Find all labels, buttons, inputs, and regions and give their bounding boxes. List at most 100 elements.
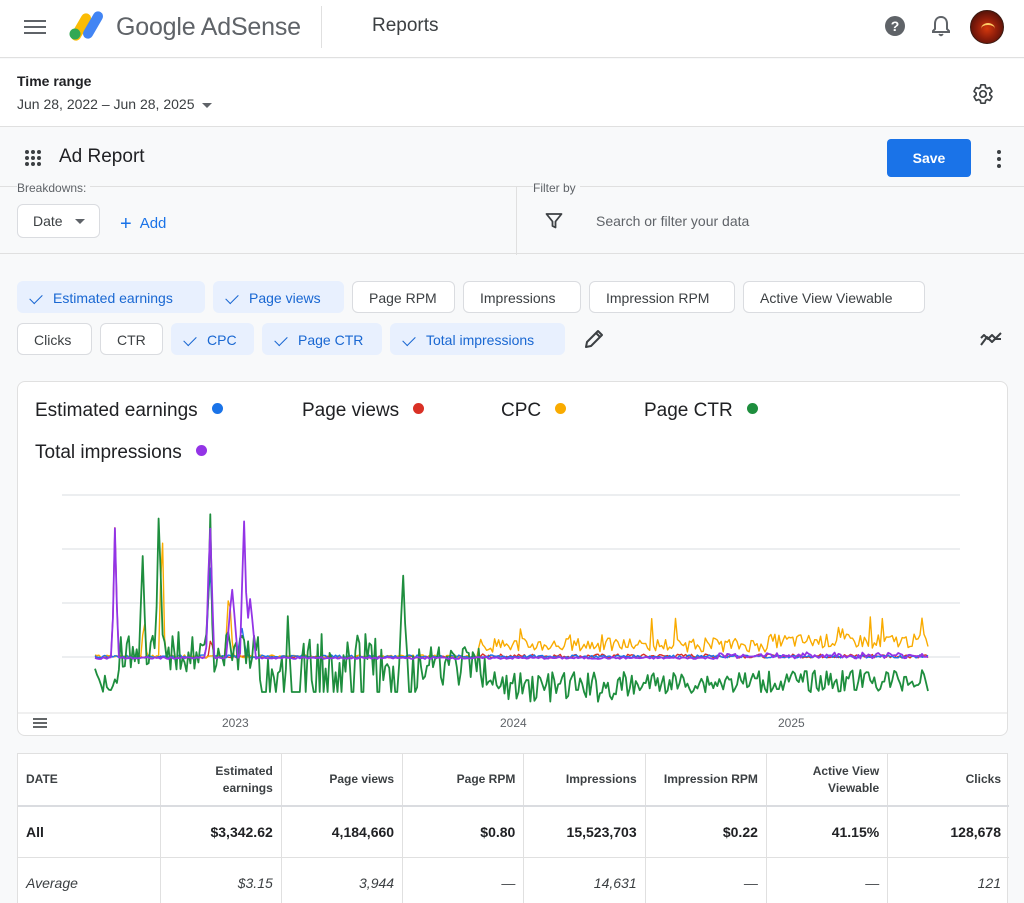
column-header-impression-rpm[interactable]: Impression RPM — [645, 754, 767, 807]
table-cell: — — [766, 857, 889, 903]
table-cell: $3.15 — [160, 857, 282, 903]
help-icon[interactable]: ? — [884, 15, 906, 37]
notifications-bell-icon[interactable] — [931, 15, 951, 37]
series-line-page-ctr — [94, 513, 929, 703]
column-header-estimated-earnings[interactable]: Estimated earnings — [160, 754, 282, 807]
metric-chip-total-impressions[interactable]: Total impressions — [390, 323, 565, 355]
column-header-impressions[interactable]: Impressions — [523, 754, 646, 807]
table-cell: 128,678 — [887, 806, 1009, 858]
column-header-page-rpm[interactable]: Page RPM — [402, 754, 525, 807]
table-cell: 41.15% — [766, 806, 889, 858]
series-line-estimated-earnings — [94, 567, 929, 659]
edit-pencil-icon[interactable] — [583, 328, 605, 350]
check-icon — [29, 291, 43, 305]
table-cell: All — [18, 806, 161, 858]
table-cell: 121 — [887, 857, 1009, 903]
svg-text:?: ? — [891, 18, 900, 34]
time-range-selector[interactable]: Jun 28, 2022 – Jun 28, 2025 — [17, 96, 213, 112]
table-row: All $3,342.62 4,184,660 $0.80 15,523,703… — [18, 806, 1009, 858]
x-tick-label: 2025 — [778, 716, 805, 730]
metric-chip-impressions[interactable]: Impressions — [463, 281, 581, 313]
metric-chip-label: Clicks — [34, 332, 72, 348]
header-divider — [321, 6, 322, 48]
metric-chip-label: CPC — [207, 332, 237, 348]
more-vert-icon[interactable] — [994, 148, 1004, 170]
x-tick-label: 2023 — [222, 716, 249, 730]
metric-chip-label: Active View Viewable — [760, 290, 893, 306]
top-app-bar: Google AdSense Reports ? — [0, 0, 1024, 58]
metric-chip-label: CTR — [117, 332, 146, 348]
table-cell: $3,342.62 — [160, 806, 282, 858]
filter-icon[interactable] — [545, 212, 563, 230]
page-title: Reports — [372, 15, 439, 36]
metric-chip-label: Page CTR — [298, 332, 364, 348]
table-cell: 15,523,703 — [523, 806, 646, 858]
column-header-date[interactable]: DATE — [18, 754, 161, 807]
table-cell: — — [402, 857, 525, 903]
check-icon — [225, 291, 239, 305]
filter-by-label: Filter by — [533, 181, 580, 195]
check-icon — [402, 333, 416, 347]
metric-chip-ctr[interactable]: CTR — [100, 323, 163, 355]
series-line-cpc — [94, 542, 929, 659]
table-cell: 14,631 — [523, 857, 646, 903]
time-range-value: Jun 28, 2022 – Jun 28, 2025 — [17, 96, 195, 112]
metric-chip-label: Impressions — [480, 290, 556, 306]
metric-chip-impression-rpm[interactable]: Impression RPM — [589, 281, 735, 313]
add-breakdown-button[interactable]: + Add — [120, 213, 166, 236]
report-header: Ad Report Save — [0, 128, 1024, 186]
breakdown-filter-bar: Breakdowns: Date + Add Filter by — [0, 181, 1024, 255]
table-cell: $0.80 — [402, 806, 525, 858]
metric-chip-cpc[interactable]: CPC — [171, 323, 254, 355]
table-cell: Average — [18, 857, 161, 903]
time-range-label: Time range — [17, 73, 92, 89]
check-icon — [274, 333, 288, 347]
table-row: Average $3.15 3,944 — 14,631 — — 121 — [18, 857, 1009, 903]
metric-chip-clicks[interactable]: Clicks — [17, 323, 92, 355]
apps-grid-icon[interactable] — [24, 149, 42, 167]
metric-chip-label: Total impressions — [426, 332, 535, 348]
column-header-active-view-viewable[interactable]: Active View Viewable — [766, 754, 889, 807]
brand-name: Google AdSense — [116, 13, 301, 41]
table-view-icon[interactable] — [32, 717, 48, 729]
metric-chip-page-rpm[interactable]: Page RPM — [352, 281, 455, 313]
plus-icon: + — [120, 213, 132, 235]
chevron-down-icon — [75, 219, 85, 224]
table-cell: 4,184,660 — [281, 806, 404, 858]
chart-card: Estimated earnings Page views CPC Page C… — [17, 381, 1008, 736]
gear-icon[interactable] — [972, 83, 994, 105]
metric-chip-label: Page views — [249, 290, 321, 306]
series-line-total-impressions — [94, 520, 928, 660]
filter-divider — [516, 187, 517, 255]
metric-chip-label: Impression RPM — [606, 290, 710, 306]
metric-chip-page-ctr[interactable]: Page CTR — [262, 323, 382, 355]
metric-chip-label: Page RPM — [369, 290, 437, 306]
table-cell: — — [645, 857, 767, 903]
metric-chip-active-view-viewable[interactable]: Active View Viewable — [743, 281, 925, 313]
filter-search-input[interactable] — [596, 207, 996, 235]
line-chart — [18, 494, 1007, 714]
trending-icon[interactable] — [980, 330, 1002, 348]
chevron-down-icon — [202, 102, 213, 108]
report-table: DATE Estimated earnings Page views Page … — [17, 753, 1009, 903]
column-header-page-views[interactable]: Page views — [281, 754, 404, 807]
report-title: Ad Report — [59, 146, 145, 167]
add-breakdown-label: Add — [139, 215, 167, 232]
date-breakdown-dropdown[interactable]: Date — [17, 204, 100, 238]
table-cell: $0.22 — [645, 806, 767, 858]
series-line-page-views — [94, 527, 929, 659]
main-menu-icon[interactable] — [24, 17, 46, 37]
check-icon — [183, 333, 197, 347]
user-avatar[interactable] — [970, 10, 1004, 44]
save-button[interactable]: Save — [887, 139, 971, 177]
table-cell: 3,944 — [281, 857, 404, 903]
time-range-bar: Time range Jun 28, 2022 – Jun 28, 2025 — [0, 59, 1024, 127]
adsense-logo — [69, 11, 103, 41]
column-header-clicks[interactable]: Clicks — [887, 754, 1009, 807]
x-tick-label: 2024 — [500, 716, 527, 730]
metric-chip-page-views[interactable]: Page views — [213, 281, 344, 313]
table-header-row: DATE Estimated earnings Page views Page … — [18, 754, 1009, 807]
metric-chip-estimated-earnings[interactable]: Estimated earnings — [17, 281, 205, 313]
breakdowns-label: Breakdowns: — [17, 181, 91, 195]
date-breakdown-label: Date — [33, 213, 63, 229]
